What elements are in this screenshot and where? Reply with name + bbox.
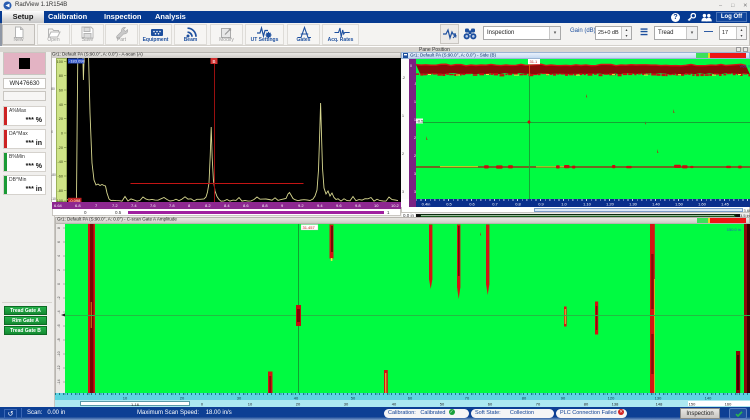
svg-text:20: 20 xyxy=(59,117,63,121)
svg-text:7.8: 7.8 xyxy=(169,203,175,208)
svg-text:1.60: 1.60 xyxy=(698,202,707,207)
svg-text:10.2: 10.2 xyxy=(391,203,400,208)
svg-text:9.4: 9.4 xyxy=(317,203,323,208)
svg-text:8.4: 8.4 xyxy=(224,203,230,208)
svg-text:V68.0: V68.0 xyxy=(739,63,750,68)
svg-text:4: 4 xyxy=(57,254,61,256)
svg-text:1.45: 1.45 xyxy=(721,202,730,207)
svg-text:1.0: 1.0 xyxy=(561,202,567,207)
svg-text:.2: .2 xyxy=(402,76,405,80)
svg-text:-0.5: -0.5 xyxy=(416,118,424,123)
svg-text:160: 160 xyxy=(725,401,732,406)
svg-text:60: 60 xyxy=(59,88,63,92)
svg-text:0: 0 xyxy=(61,131,63,135)
svg-text:138: 138 xyxy=(612,401,619,406)
svg-text:9.8: 9.8 xyxy=(355,203,361,208)
svg-text:30: 30 xyxy=(344,401,349,406)
svg-text:-60: -60 xyxy=(58,174,64,178)
svg-text:-183.098: -183.098 xyxy=(69,58,86,63)
svg-text:80: 80 xyxy=(584,401,589,406)
svg-text:0: 0 xyxy=(57,282,61,284)
svg-text:2: 2 xyxy=(402,152,404,156)
svg-text:3: 3 xyxy=(402,190,404,194)
svg-text:8.6: 8.6 xyxy=(243,203,249,208)
svg-text:0.6: 0.6 xyxy=(469,202,475,207)
svg-text:0.8: 0.8 xyxy=(515,202,521,207)
svg-text:8: 8 xyxy=(57,226,61,228)
svg-text:0.9: 0.9 xyxy=(538,202,544,207)
svg-text:9.6: 9.6 xyxy=(336,203,342,208)
svg-text:-20: -20 xyxy=(58,146,64,150)
svg-text:-10: -10 xyxy=(57,351,61,356)
svg-text:40: 40 xyxy=(59,103,63,107)
svg-text:8: 8 xyxy=(188,203,191,208)
svg-text:0.7: 0.7 xyxy=(492,202,498,207)
svg-text:9: 9 xyxy=(281,203,284,208)
svg-text:150.0 in: 150.0 in xyxy=(727,227,741,232)
svg-text:60: 60 xyxy=(488,401,493,406)
svg-text:0: 0 xyxy=(51,130,53,134)
svg-text:6: 6 xyxy=(57,240,61,242)
svg-text:1: 1 xyxy=(402,114,404,118)
svg-text:31.457: 31.457 xyxy=(303,225,316,230)
svg-text:B: B xyxy=(212,58,215,63)
svg-text:10: 10 xyxy=(374,203,379,208)
svg-text:-6: -6 xyxy=(57,324,61,327)
svg-text:148: 148 xyxy=(656,401,663,406)
svg-text:0.5: 0.5 xyxy=(446,202,452,207)
svg-text:6.8: 6.8 xyxy=(75,203,81,208)
svg-text:20: 20 xyxy=(296,401,301,406)
svg-text:150: 150 xyxy=(689,401,696,406)
svg-text:-8: -8 xyxy=(57,338,61,341)
svg-text:-4: -4 xyxy=(57,310,61,313)
svg-text:80: 80 xyxy=(51,87,55,91)
svg-text:9.2: 9.2 xyxy=(298,203,304,208)
svg-text:40: 40 xyxy=(392,401,397,406)
svg-text:100: 100 xyxy=(57,60,63,64)
svg-text:6.64: 6.64 xyxy=(54,203,63,208)
svg-text:-40: -40 xyxy=(58,160,64,164)
svg-text:7: 7 xyxy=(95,203,98,208)
svg-text:70: 70 xyxy=(536,401,541,406)
svg-text:7.2: 7.2 xyxy=(112,203,118,208)
svg-text:31.1: 31.1 xyxy=(529,59,538,64)
svg-text:1.20: 1.20 xyxy=(606,202,615,207)
svg-text:1.10: 1.10 xyxy=(583,202,592,207)
svg-text:8.8: 8.8 xyxy=(262,203,268,208)
svg-text:-12: -12 xyxy=(57,365,61,370)
svg-text:10: 10 xyxy=(248,401,253,406)
svg-text:-14: -14 xyxy=(57,379,61,384)
svg-text:0: 0 xyxy=(410,64,412,68)
svg-text:50: 50 xyxy=(440,401,445,406)
svg-text:80: 80 xyxy=(59,74,63,78)
svg-text:1.40: 1.40 xyxy=(652,202,661,207)
svg-text:1.30: 1.30 xyxy=(629,202,638,207)
svg-text:1.50: 1.50 xyxy=(675,202,684,207)
svg-text:7.6: 7.6 xyxy=(150,203,156,208)
svg-text:2: 2 xyxy=(57,268,61,270)
svg-text:-2: -2 xyxy=(57,296,61,299)
svg-text:0.4in: 0.4in xyxy=(421,202,430,207)
svg-text:8.2: 8.2 xyxy=(205,203,211,208)
svg-text:7.4: 7.4 xyxy=(131,203,137,208)
svg-text:-80: -80 xyxy=(58,189,64,193)
svg-text:0: 0 xyxy=(201,401,204,406)
